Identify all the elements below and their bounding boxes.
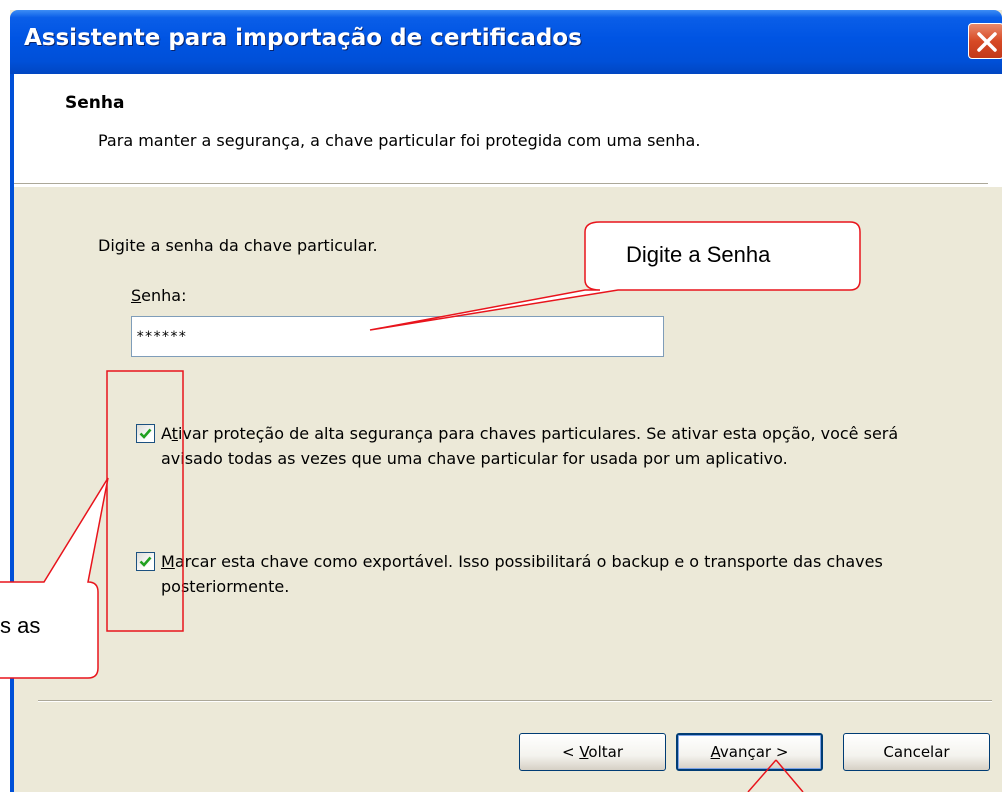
window-title: Assistente para importação de certificad…	[24, 25, 582, 51]
wizard-dialog: Assistente para importação de certificad…	[10, 10, 1002, 792]
password-callout-text: Digite a Senha	[626, 242, 771, 267]
password-prompt: Digite a senha da chave particular.	[98, 236, 378, 255]
exportable-checkbox[interactable]	[136, 552, 155, 571]
page-title: Senha	[65, 93, 125, 113]
close-button[interactable]	[968, 23, 1002, 59]
checkmark-icon	[139, 428, 152, 439]
header-divider	[14, 183, 988, 185]
checkbox-callout-text: s as	[0, 613, 41, 638]
password-input[interactable]	[131, 316, 664, 357]
password-label: Senha:	[131, 286, 187, 305]
checkmark-icon	[139, 556, 152, 567]
exportable-label[interactable]: Marcar esta chave como exportável. Isso …	[161, 549, 931, 599]
footer-divider	[38, 700, 992, 702]
next-button[interactable]: Avançar >	[676, 733, 823, 771]
cancel-button[interactable]: Cancelar	[843, 733, 990, 771]
page-description: Para manter a segurança, a chave particu…	[98, 131, 701, 150]
high-security-label[interactable]: Ativar proteção de alta segurança para c…	[161, 421, 931, 471]
title-bar[interactable]: Assistente para importação de certificad…	[10, 10, 1002, 74]
back-button[interactable]: < Voltar	[519, 733, 666, 771]
close-icon	[977, 32, 997, 52]
high-security-checkbox[interactable]	[136, 424, 155, 443]
